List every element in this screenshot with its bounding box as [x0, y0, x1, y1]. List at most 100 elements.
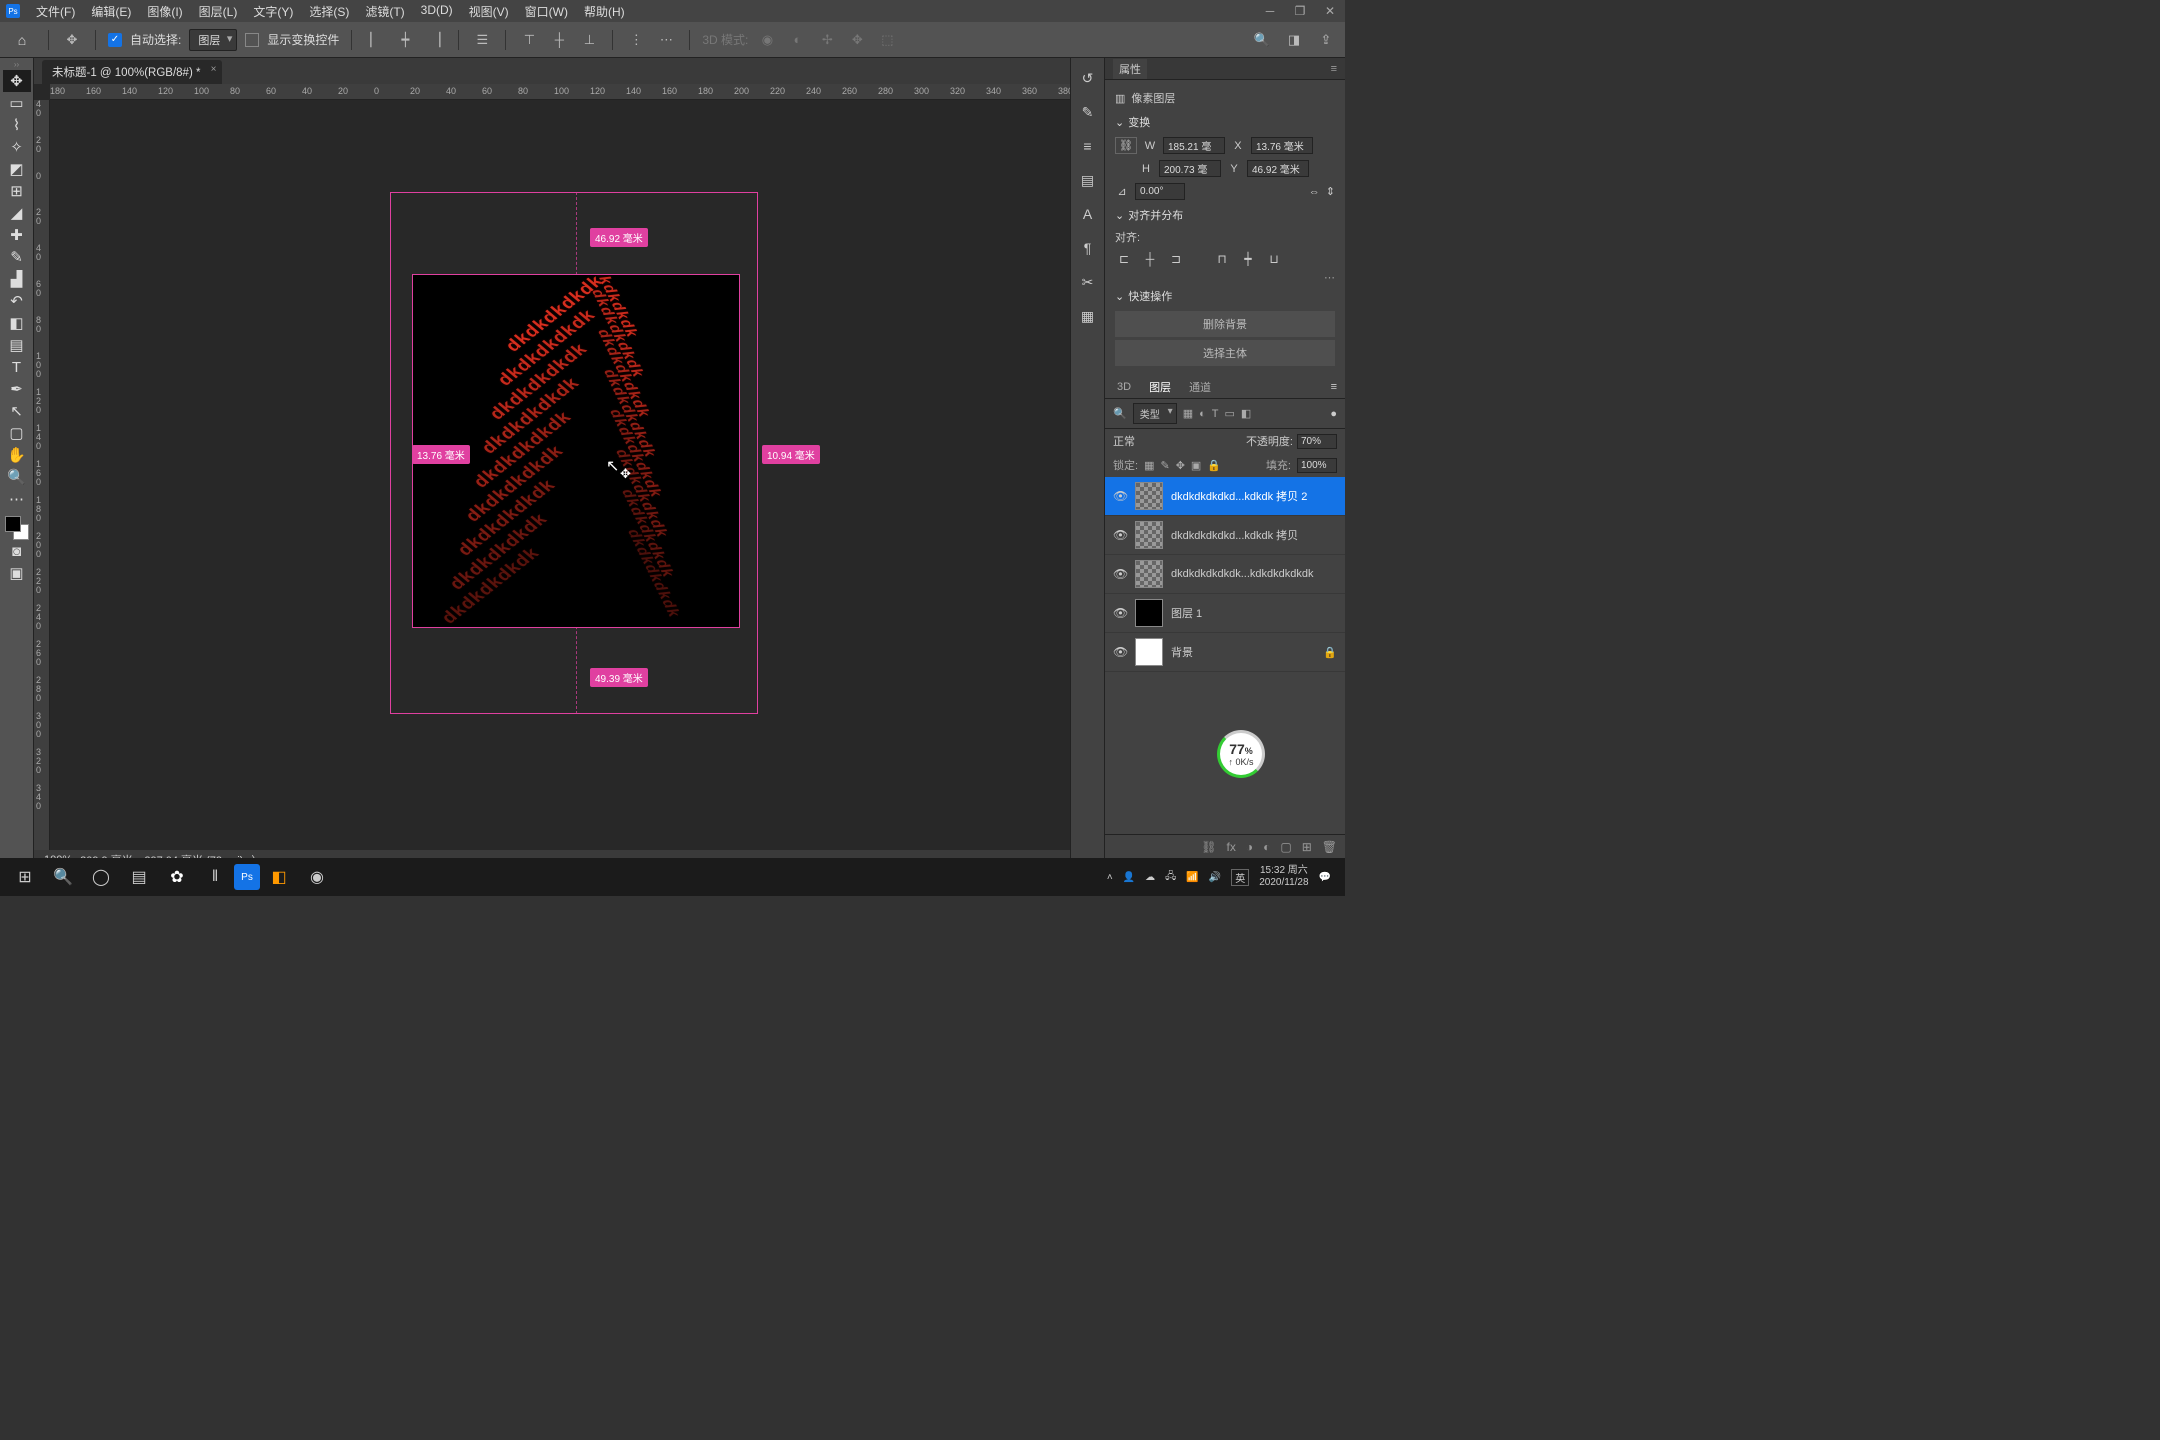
menu-item[interactable]: 文字(Y)	[245, 3, 301, 20]
visibility-icon[interactable]: 👁	[1113, 606, 1127, 620]
lock-all-icon[interactable]: 🔒	[1207, 459, 1221, 472]
tray-network-icon[interactable]: 🖧	[1165, 869, 1176, 886]
layer-row[interactable]: 👁dkdkdkdkdkd...kdkdk 拷贝	[1105, 516, 1345, 555]
tray-volume-icon[interactable]: 🔊	[1209, 872, 1221, 883]
section-transform[interactable]: ⌄变换	[1115, 110, 1335, 134]
window-close-icon[interactable]: ✕	[1315, 0, 1345, 22]
character-panel-icon[interactable]: A	[1078, 204, 1098, 224]
fg-color[interactable]	[5, 516, 21, 532]
quick-mask-icon[interactable]: ◙	[3, 540, 31, 562]
tab-layers[interactable]: 图层	[1145, 377, 1175, 397]
taskbar-app-2[interactable]: ✿	[158, 861, 196, 893]
section-quick[interactable]: ⌄快速操作	[1115, 284, 1335, 308]
menu-item[interactable]: 3D(D)	[413, 3, 461, 20]
flip-v-icon[interactable]: ⇕	[1326, 185, 1335, 198]
angle-field[interactable]	[1135, 183, 1185, 200]
lasso-tool[interactable]: ⌇	[3, 114, 31, 136]
tab-3d[interactable]: 3D	[1113, 379, 1135, 395]
menu-item[interactable]: 图层(L)	[191, 3, 246, 20]
shape-tool[interactable]: ▢	[3, 422, 31, 444]
opacity-field[interactable]	[1297, 434, 1337, 449]
swatches-panel-icon[interactable]: ▦	[1078, 306, 1098, 326]
path-select-tool[interactable]: ↖	[3, 400, 31, 422]
viewport[interactable]: dkdkdkdkdkdkdkdkdkdkdkdkdkdkdkdkdkdkdkdk…	[50, 100, 1070, 850]
paragraph-panel-icon[interactable]: ¶	[1078, 238, 1098, 258]
align-hcenter-icon[interactable]: ┼	[1141, 251, 1159, 267]
stamp-tool[interactable]: ▟	[3, 268, 31, 290]
search-icon[interactable]: 🔍	[1251, 29, 1273, 51]
filter-toggle-icon[interactable]: ●	[1330, 408, 1337, 420]
align-top-icon[interactable]: ⊤	[518, 29, 540, 51]
move-tool[interactable]: ✥	[3, 70, 31, 92]
select-subject-button[interactable]: 选择主体	[1115, 340, 1335, 366]
auto-select-target[interactable]: 图层	[189, 29, 237, 51]
task-view-icon[interactable]: ◯	[82, 861, 120, 893]
tab-channels[interactable]: 通道	[1185, 377, 1215, 397]
lock-artboard-icon[interactable]: ▣	[1191, 459, 1201, 472]
tray-notifications-icon[interactable]: 💬	[1319, 872, 1331, 883]
align-right-icon[interactable]: ⊐	[1167, 251, 1185, 267]
properties-tab[interactable]: 属性	[1113, 59, 1147, 79]
layer-row[interactable]: 👁dkdkdkdkdkd...kdkdk 拷贝 2	[1105, 477, 1345, 516]
filter-smart-icon[interactable]: ◧	[1241, 407, 1251, 420]
filter-shape-icon[interactable]: ▭	[1225, 407, 1235, 420]
visibility-icon[interactable]: 👁	[1113, 528, 1127, 542]
x-field[interactable]	[1251, 137, 1313, 154]
align-left-icon[interactable]: ▏	[364, 29, 386, 51]
menu-item[interactable]: 帮助(H)	[576, 3, 633, 20]
window-minimize-icon[interactable]: ─	[1255, 0, 1285, 22]
height-field[interactable]	[1159, 160, 1221, 177]
history-panel-icon[interactable]: ↺	[1078, 68, 1098, 88]
layer-row[interactable]: 👁dkdkdkdkdkdk...kdkdkdkdkdk	[1105, 555, 1345, 594]
align-top-icon[interactable]: ⊓	[1213, 251, 1231, 267]
panel-menu-icon[interactable]: ≡	[1331, 63, 1337, 75]
eraser-tool[interactable]: ◧	[3, 312, 31, 334]
visibility-icon[interactable]: 👁	[1113, 567, 1127, 581]
align-middle-icon[interactable]: ┼	[548, 29, 570, 51]
start-button[interactable]: ⊞	[6, 861, 44, 893]
window-restore-icon[interactable]: ❐	[1285, 0, 1315, 22]
lock-pixels-icon[interactable]: ▦	[1144, 459, 1154, 472]
home-button[interactable]: ⌂	[8, 28, 36, 52]
menu-item[interactable]: 图像(I)	[139, 3, 190, 20]
width-field[interactable]	[1163, 137, 1225, 154]
edit-toolbar-icon[interactable]: ⋯	[3, 488, 31, 510]
type-tool[interactable]: T	[3, 356, 31, 378]
visibility-icon[interactable]: 👁	[1113, 489, 1127, 503]
y-field[interactable]	[1247, 160, 1309, 177]
mask-icon[interactable]: ◑	[1246, 840, 1253, 854]
marquee-tool[interactable]: ▭	[3, 92, 31, 114]
tray-people-icon[interactable]: 👤	[1123, 872, 1135, 883]
filter-adjust-icon[interactable]: ◐	[1199, 408, 1206, 420]
tray-wifi-icon[interactable]: 📶	[1186, 872, 1198, 883]
screen-mode-icon[interactable]: ▣	[3, 562, 31, 584]
menu-item[interactable]: 编辑(E)	[83, 3, 139, 20]
taskbar-photoshop[interactable]: Ps	[234, 864, 260, 890]
filter-type-icon[interactable]: T	[1212, 408, 1219, 420]
zoom-tool[interactable]: 🔍	[3, 466, 31, 488]
workspace-icon[interactable]: ◨	[1283, 29, 1305, 51]
history-brush-tool[interactable]: ↶	[3, 290, 31, 312]
show-transform-checkbox[interactable]	[245, 33, 259, 47]
distribute-v-icon[interactable]: ⋮	[625, 29, 647, 51]
menu-item[interactable]: 窗口(W)	[517, 3, 576, 20]
tray-up-icon[interactable]: ˄	[1107, 872, 1113, 883]
taskbar-search-icon[interactable]: 🔍	[44, 861, 82, 893]
delete-layer-icon[interactable]: 🗑	[1322, 840, 1337, 854]
filter-kind-select[interactable]: 类型	[1133, 403, 1177, 424]
libraries-panel-icon[interactable]: ▤	[1078, 170, 1098, 190]
menu-item[interactable]: 选择(S)	[301, 3, 357, 20]
color-swatches[interactable]	[5, 516, 29, 540]
menu-item[interactable]: 视图(V)	[461, 3, 517, 20]
flip-h-icon[interactable]: ⇔	[1309, 186, 1320, 198]
crop-tool[interactable]: ◩	[3, 158, 31, 180]
remove-bg-button[interactable]: 删除背景	[1115, 311, 1335, 337]
magic-wand-tool[interactable]: ✧	[3, 136, 31, 158]
brush-tool[interactable]: ✎	[3, 246, 31, 268]
align-bottom-icon[interactable]: ⊥	[578, 29, 600, 51]
new-layer-icon[interactable]: ⊞	[1302, 840, 1312, 854]
close-tab-icon[interactable]: ×	[211, 64, 217, 75]
tray-clock[interactable]: 15:32 周六 2020/11/28	[1259, 865, 1308, 889]
brush-panel-icon[interactable]: ✎	[1078, 102, 1098, 122]
frame-tool[interactable]: ⊞	[3, 180, 31, 202]
